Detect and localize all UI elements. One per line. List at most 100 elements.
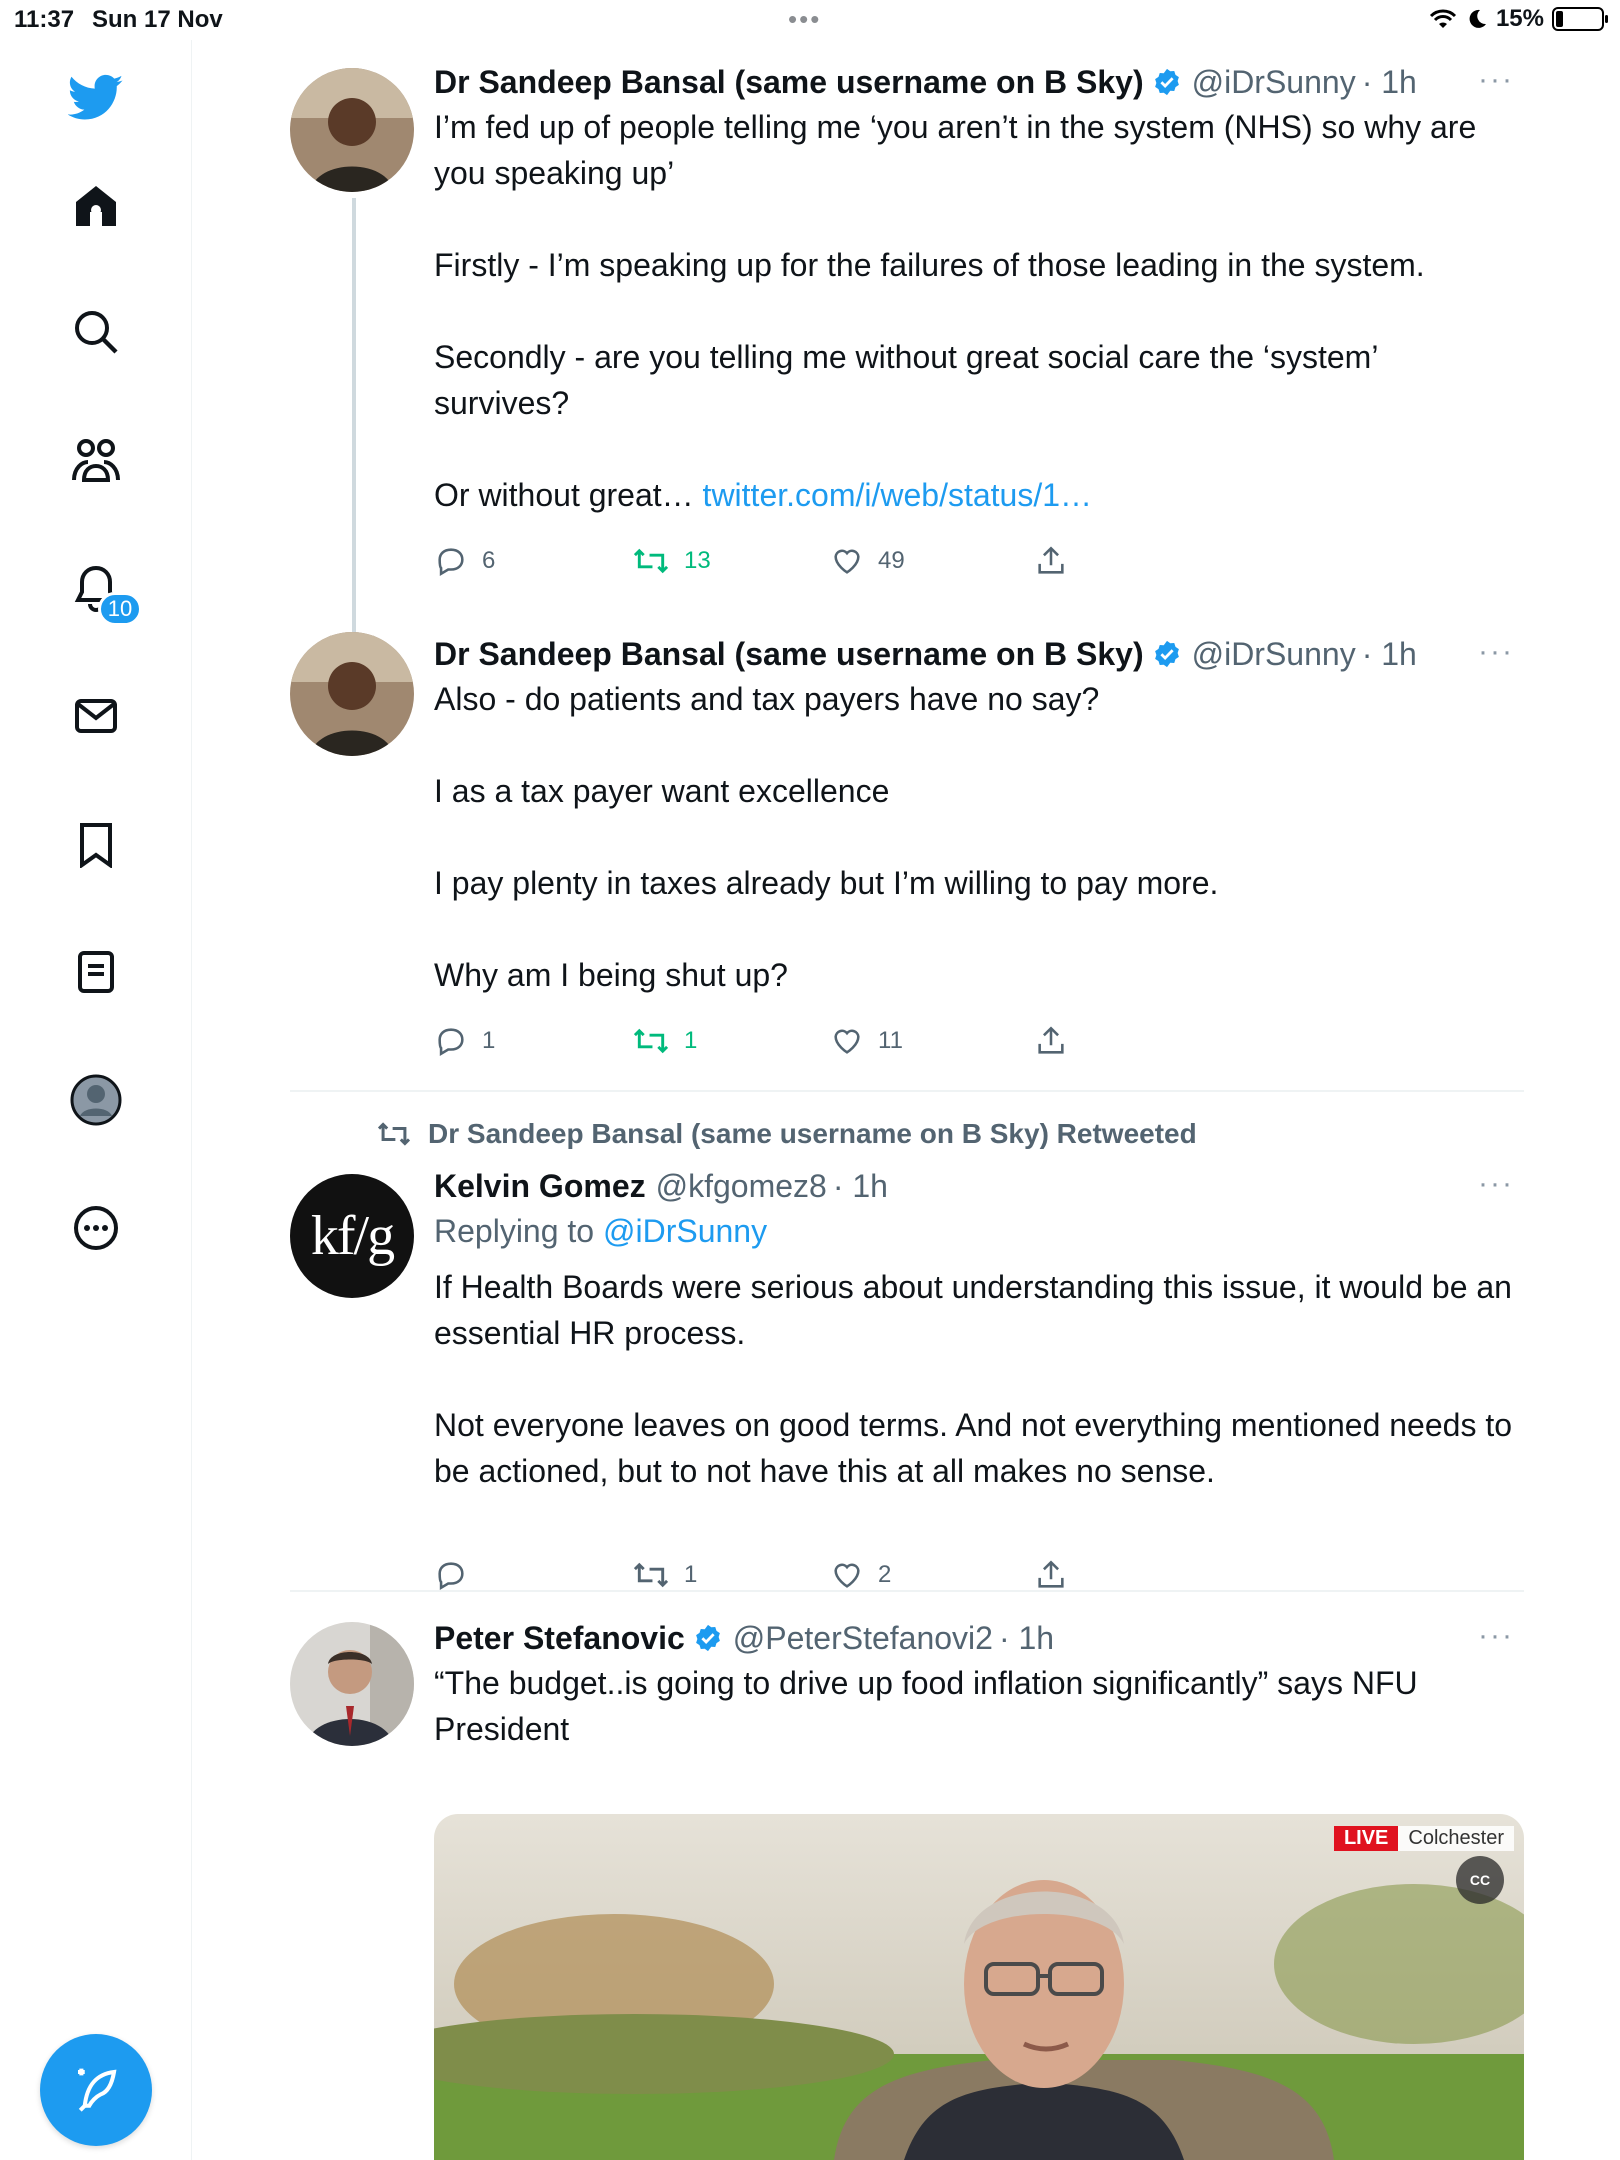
- tweet-video[interactable]: LIVE Colchester CC: [434, 1814, 1524, 2160]
- moon-icon: [1469, 9, 1486, 28]
- reply-icon: [438, 1028, 464, 1057]
- retweet-count: 1: [684, 1027, 698, 1054]
- battery-fill: [1556, 11, 1563, 27]
- like-count: 49: [878, 547, 905, 574]
- tweet[interactable]: Dr Sandeep Bansal (same username on B Sk…: [290, 1092, 1524, 1592]
- share-button[interactable]: [1034, 1558, 1068, 1592]
- like-count: 2: [878, 1561, 892, 1588]
- like-button[interactable]: 11: [830, 1024, 903, 1058]
- compose-button[interactable]: [40, 2034, 152, 2146]
- sidebar: 10: [0, 40, 192, 2160]
- twitter-logo-icon[interactable]: [66, 68, 126, 128]
- share-icon: [1038, 1560, 1064, 1588]
- multitasking-dots-icon[interactable]: •••: [788, 4, 821, 35]
- like-count: 11: [878, 1027, 903, 1054]
- more-options-icon[interactable]: ···: [1478, 60, 1514, 100]
- retweet-button[interactable]: 13: [632, 544, 711, 578]
- tweet-header: Dr Sandeep Bansal (same username on B Sk…: [434, 60, 1514, 104]
- battery-icon: [1552, 7, 1608, 31]
- retweet-count: 13: [684, 547, 711, 574]
- status-date: Sun 17 Nov: [92, 6, 223, 33]
- search-icon[interactable]: [66, 302, 126, 362]
- share-button[interactable]: [1034, 544, 1068, 578]
- retweet-button[interactable]: 1: [632, 1024, 697, 1058]
- heart-icon: [834, 549, 860, 574]
- author-name[interactable]: Kelvin Gomez: [434, 1164, 646, 1208]
- status-right: 15%: [1428, 5, 1608, 33]
- tweet-time[interactable]: · 1h: [1362, 60, 1417, 104]
- bookmarks-icon[interactable]: [66, 814, 126, 874]
- tweet-time[interactable]: · 1h: [1362, 632, 1417, 676]
- reply-button[interactable]: 6: [434, 544, 495, 578]
- reply-count: 6: [482, 547, 496, 574]
- compose-icon: [78, 2068, 117, 2112]
- more-options-icon[interactable]: ···: [1478, 1164, 1514, 1204]
- author-name[interactable]: Dr Sandeep Bansal (same username on B Sk…: [434, 632, 1144, 676]
- retweeted-by-text[interactable]: Dr Sandeep Bansal (same username on B Sk…: [428, 1118, 1197, 1150]
- replying-to: Replying to @iDrSunny: [434, 1208, 1514, 1254]
- tweet[interactable]: Peter Stefanovic @PeterStefanovi2 · 1h ·…: [290, 1592, 1524, 2160]
- author-handle[interactable]: @PeterStefanovi2: [733, 1616, 993, 1660]
- replying-to-label: Replying to: [434, 1213, 603, 1249]
- tweet-time[interactable]: · 1h: [999, 1616, 1054, 1660]
- author-name[interactable]: Dr Sandeep Bansal (same username on B Sk…: [434, 60, 1144, 104]
- like-button[interactable]: 49: [830, 544, 905, 578]
- tweet[interactable]: Dr Sandeep Bansal (same username on B Sk…: [290, 600, 1524, 1090]
- avatar[interactable]: [290, 1622, 414, 1746]
- closed-captions-icon[interactable]: CC: [1456, 1856, 1504, 1904]
- status-time: 11:37: [14, 6, 75, 33]
- like-button[interactable]: 2: [830, 1558, 891, 1592]
- tweet-header: Dr Sandeep Bansal (same username on B Sk…: [434, 632, 1514, 676]
- status-bar: 11:37 Sun 17 Nov ••• 15%: [0, 0, 1620, 40]
- tweet-actions: 6 13 49: [434, 544, 1114, 584]
- share-button[interactable]: [1034, 1024, 1068, 1058]
- battery-percent: 15%: [1495, 5, 1544, 32]
- retweeted-by-line: Dr Sandeep Bansal (same username on B Sk…: [376, 1118, 1197, 1150]
- more-options-icon[interactable]: ···: [1478, 1616, 1514, 1656]
- live-location: Colchester: [1398, 1826, 1514, 1851]
- tweet-header: Kelvin Gomez @kfgomez8 · 1h: [434, 1164, 1514, 1208]
- tweet-time[interactable]: · 1h: [833, 1164, 888, 1208]
- profile-icon[interactable]: [66, 1070, 126, 1130]
- reply-icon: [438, 1562, 464, 1591]
- author-name[interactable]: Peter Stefanovic: [434, 1616, 685, 1660]
- share-icon: [1038, 1026, 1064, 1054]
- communities-icon[interactable]: [66, 430, 126, 490]
- replying-to-handle[interactable]: @iDrSunny: [603, 1213, 767, 1249]
- live-label: LIVE: [1333, 1826, 1399, 1851]
- verified-badge-icon: [695, 1624, 720, 1652]
- messages-icon[interactable]: [66, 686, 126, 746]
- avatar-logo-text: kf/g: [310, 1205, 395, 1267]
- author-handle[interactable]: @iDrSunny: [1192, 60, 1356, 104]
- author-handle[interactable]: @kfgomez8: [656, 1164, 827, 1208]
- tweet-link[interactable]: twitter.com/i/web/status/1…: [703, 477, 1092, 513]
- verified-badge-icon: [1154, 68, 1179, 96]
- author-handle[interactable]: @iDrSunny: [1192, 632, 1356, 676]
- reply-count: 1: [482, 1027, 496, 1054]
- tweet-text: “The budget..is going to drive up food i…: [434, 1665, 1418, 1747]
- more-icon[interactable]: [66, 1198, 126, 1258]
- avatar[interactable]: kf/g: [290, 1174, 414, 1298]
- wifi-icon: [1429, 9, 1457, 28]
- heart-icon: [834, 1029, 860, 1054]
- tweet-text: If Health Boards were serious about unde…: [434, 1269, 1513, 1489]
- reply-button[interactable]: [434, 1558, 482, 1592]
- retweet-icon: [633, 1028, 669, 1054]
- thread-connector: [352, 198, 356, 644]
- more-options-icon[interactable]: ···: [1478, 632, 1514, 672]
- tweet[interactable]: Dr Sandeep Bansal (same username on B Sk…: [290, 40, 1524, 644]
- retweet-button[interactable]: 1: [632, 1558, 697, 1592]
- avatar[interactable]: [290, 632, 414, 756]
- video-frame-image: [434, 1814, 1524, 2160]
- lists-icon[interactable]: [66, 942, 126, 1002]
- retweet-icon: [633, 1562, 669, 1588]
- retweet-indicator-icon: [377, 1122, 411, 1146]
- reply-button[interactable]: 1: [434, 1024, 495, 1058]
- retweet-count: 1: [684, 1561, 698, 1588]
- verified-badge-icon: [1154, 640, 1179, 668]
- live-indicator: LIVE Colchester: [1333, 1826, 1514, 1851]
- avatar[interactable]: [290, 68, 414, 192]
- reply-icon: [438, 548, 464, 577]
- home-icon[interactable]: [66, 176, 126, 236]
- heart-icon: [834, 1563, 860, 1588]
